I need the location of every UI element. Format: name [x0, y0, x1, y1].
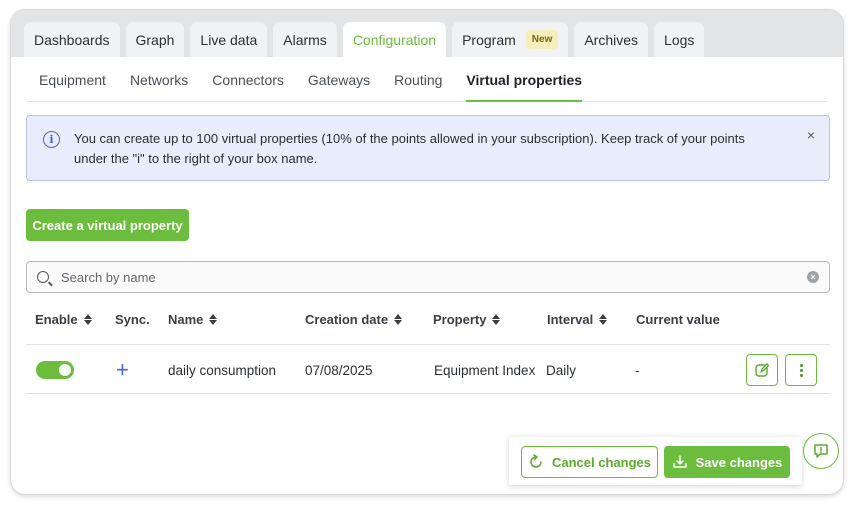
subtab-equipment[interactable]: Equipment	[27, 57, 118, 102]
table-row: + daily consumption 07/08/2025 Equipment…	[26, 344, 830, 394]
column-label: Interval	[547, 312, 594, 327]
sort-icon	[83, 314, 92, 325]
subtab-connectors[interactable]: Connectors	[200, 57, 296, 102]
refresh-icon	[530, 454, 542, 468]
sort-icon	[394, 314, 403, 325]
column-header-name[interactable]: Name	[168, 312, 218, 327]
tab-archives[interactable]: Archives	[574, 22, 649, 57]
sort-icon	[492, 314, 501, 325]
column-label: Property	[433, 312, 487, 327]
tab-label: Program	[462, 31, 516, 48]
cancel-changes-button[interactable]: Cancel changes	[521, 446, 658, 478]
row-creation-date: 07/08/2025	[305, 362, 373, 378]
edit-button[interactable]	[746, 354, 778, 386]
info-banner: i You can create up to 100 virtual prope…	[26, 115, 830, 181]
column-label: Enable	[35, 312, 78, 327]
tab-logs[interactable]: Logs	[654, 22, 705, 57]
chat-help-icon	[814, 444, 828, 458]
more-options-button[interactable]	[785, 354, 817, 386]
tab-dashboards[interactable]: Dashboards	[24, 22, 120, 57]
row-current-value: -	[635, 362, 640, 378]
tab-graph[interactable]: Graph	[125, 22, 185, 57]
create-virtual-property-button[interactable]: Create a virtual property	[26, 209, 189, 241]
row-property: Equipment Index	[434, 362, 536, 378]
new-badge: New	[525, 30, 559, 49]
column-header-sync: Sync.	[115, 312, 150, 327]
tab-label: Graph	[135, 31, 175, 48]
info-circle-icon: i	[43, 131, 60, 148]
search-input[interactable]	[61, 269, 807, 285]
column-label: Current value	[636, 312, 720, 327]
tab-label: Configuration	[352, 31, 437, 48]
tab-live-data[interactable]: Live data	[190, 22, 268, 57]
column-label: Sync.	[115, 312, 150, 327]
save-changes-label: Save changes	[695, 454, 783, 470]
subtab-routing[interactable]: Routing	[382, 57, 454, 102]
help-chat-button[interactable]	[803, 433, 839, 469]
info-banner-text: You can create up to 100 virtual propert…	[74, 131, 745, 166]
tab-label: Dashboards	[34, 31, 110, 48]
row-name: daily consumption	[168, 362, 277, 378]
tab-program[interactable]: Program New	[452, 22, 569, 57]
sub-tabs: Equipment Networks Connectors Gateways R…	[27, 57, 827, 102]
clear-search-icon[interactable]: ×	[807, 271, 819, 283]
subtab-networks[interactable]: Networks	[118, 57, 200, 102]
sort-icon	[209, 314, 218, 325]
subtab-gateways[interactable]: Gateways	[296, 57, 382, 102]
column-header-creation-date[interactable]: Creation date	[305, 312, 403, 327]
tab-label: Live data	[200, 31, 258, 48]
tab-label: Archives	[584, 31, 639, 48]
search-bar: ×	[26, 261, 830, 293]
tab-label: Alarms	[283, 31, 327, 48]
close-icon[interactable]: ×	[807, 127, 815, 143]
column-header-interval[interactable]: Interval	[547, 312, 608, 327]
tab-configuration[interactable]: Configuration	[342, 22, 447, 57]
changes-footer: Cancel changes Save changes	[509, 437, 802, 485]
more-vertical-icon	[799, 363, 803, 377]
column-header-current-value: Current value	[636, 312, 720, 327]
search-icon	[37, 271, 49, 283]
row-interval: Daily	[546, 362, 577, 378]
enable-toggle[interactable]	[36, 361, 74, 379]
save-changes-button[interactable]: Save changes	[664, 446, 790, 478]
tab-alarms[interactable]: Alarms	[273, 22, 337, 57]
column-header-enable[interactable]: Enable	[35, 312, 92, 327]
subtab-virtual-properties[interactable]: Virtual properties	[454, 57, 594, 102]
column-header-property[interactable]: Property	[433, 312, 501, 327]
tab-label: Logs	[664, 31, 695, 48]
download-icon	[672, 455, 687, 468]
plus-icon[interactable]: +	[116, 359, 129, 381]
cancel-changes-label: Cancel changes	[552, 454, 651, 470]
main-tabs: Dashboards Graph Live data Alarms Config…	[24, 22, 705, 57]
column-label: Creation date	[305, 312, 389, 327]
edit-icon	[755, 363, 770, 377]
app-window: Dashboards Graph Live data Alarms Config…	[11, 10, 843, 494]
sort-icon	[599, 314, 608, 325]
column-label: Name	[168, 312, 204, 327]
main-tab-bar: Dashboards Graph Live data Alarms Config…	[11, 10, 843, 57]
